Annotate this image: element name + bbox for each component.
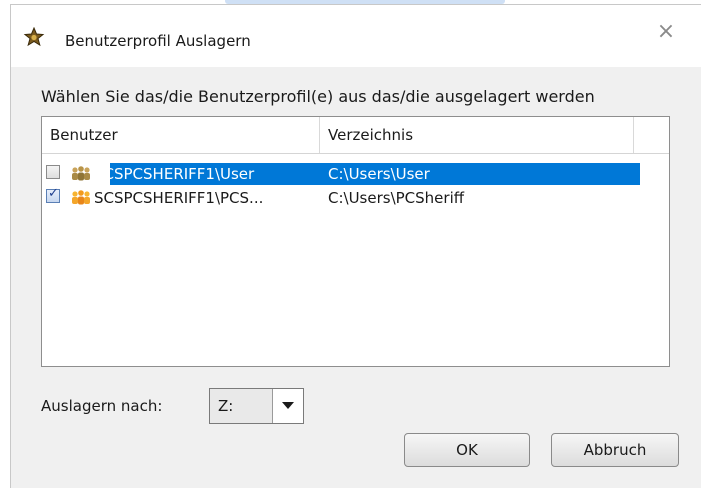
target-drive-label: Auslagern nach:	[41, 397, 163, 415]
user-profile-list[interactable]: Benutzer Verzeichnis SCSPCSHERIFF1\User …	[41, 116, 670, 367]
dialog-title: Benutzerprofil Auslagern	[65, 32, 251, 50]
cancel-button[interactable]: Abbruch	[551, 433, 679, 467]
cell-directory: C:\Users\User	[328, 165, 430, 183]
ok-button[interactable]: OK	[404, 433, 530, 467]
dialog-window: Benutzerprofil Auslagern × Wählen Sie da…	[10, 4, 701, 488]
column-header-empty[interactable]	[634, 117, 670, 153]
list-row[interactable]: ✓ SCSPCSHERIFF1\PCS... C:\Users\PCSherif…	[42, 186, 642, 209]
chevron-down-icon	[282, 402, 294, 409]
checkmark-icon: ✓	[48, 186, 59, 201]
instruction-text: Wählen Sie das/die Benutzerprofil(e) aus…	[41, 87, 595, 106]
target-drive-select[interactable]: Z:	[209, 388, 304, 424]
column-header-verzeichnis[interactable]: Verzeichnis	[320, 117, 634, 153]
cell-directory: C:\Users\PCSheriff	[328, 189, 465, 207]
selected-drive: Z:	[210, 389, 272, 423]
list-header: Benutzer Verzeichnis	[42, 117, 669, 154]
cell-user: SCSPCSHERIFF1\PCS...	[94, 189, 264, 207]
sheriff-badge-icon	[23, 27, 45, 47]
user-group-icon	[72, 190, 90, 205]
profile-checkbox[interactable]: ✓	[46, 186, 60, 203]
cell-user: SCSPCSHERIFF1\User	[94, 165, 255, 183]
dropdown-button[interactable]	[272, 389, 303, 423]
column-header-benutzer[interactable]: Benutzer	[42, 117, 320, 153]
profile-checkbox[interactable]	[46, 165, 60, 179]
title-bar: Benutzerprofil Auslagern ×	[11, 5, 701, 67]
close-button[interactable]: ×	[646, 15, 686, 49]
list-row[interactable]: SCSPCSHERIFF1\User C:\Users\User	[42, 163, 642, 185]
user-group-icon	[72, 166, 90, 181]
close-icon: ×	[656, 19, 676, 44]
